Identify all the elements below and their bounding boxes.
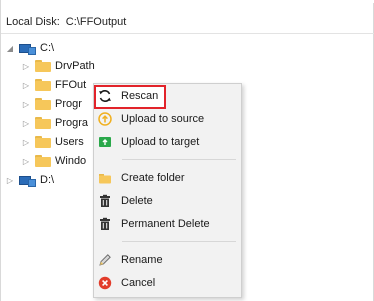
menu-item-rescan[interactable]: Rescan xyxy=(94,85,166,109)
menu-item-create-folder[interactable]: Create folder xyxy=(94,167,241,189)
collapsed-arrow-icon[interactable]: ▷ xyxy=(21,61,31,71)
collapsed-arrow-icon[interactable]: ▷ xyxy=(21,118,31,128)
drive-icon xyxy=(19,42,37,55)
collapsed-arrow-icon[interactable]: ▷ xyxy=(21,99,31,109)
menu-item-permanent-delete[interactable]: Permanent Delete xyxy=(94,213,241,235)
tree-node-label: DrvPath xyxy=(55,60,95,72)
folder-icon xyxy=(35,155,51,167)
tree-node-drvpath[interactable]: ▷ DrvPath xyxy=(21,57,95,75)
folder-icon xyxy=(35,136,51,148)
menu-item-upload-to-target[interactable]: Upload to target xyxy=(94,131,241,153)
menu-separator xyxy=(122,159,236,160)
tree-node-program-files[interactable]: ▷ Progr xyxy=(21,95,82,113)
menu-item-label: Permanent Delete xyxy=(121,218,210,230)
tree-node-drive-c[interactable]: ◢ C:\ xyxy=(5,39,54,57)
menu-item-label: Upload to source xyxy=(121,113,205,125)
collapsed-arrow-icon[interactable]: ▷ xyxy=(21,137,31,147)
menu-item-label: Upload to target xyxy=(121,136,200,148)
tree-node-label: Progr xyxy=(55,98,82,110)
path-value: C:\FFOutput xyxy=(65,15,127,28)
menu-separator xyxy=(122,241,236,242)
menu-item-label: Cancel xyxy=(121,277,156,289)
menu-item-label: Rename xyxy=(121,254,163,266)
menu-item-label: Rescan xyxy=(121,90,159,102)
folder-icon xyxy=(35,117,51,129)
collapsed-arrow-icon[interactable]: ▷ xyxy=(21,156,31,166)
expanded-arrow-icon[interactable]: ◢ xyxy=(5,43,15,53)
menu-item-rename[interactable]: Rename xyxy=(94,249,241,271)
folder-icon xyxy=(35,60,51,72)
tree-node-drive-d[interactable]: ▷ D:\ xyxy=(5,171,54,189)
top-border xyxy=(1,0,374,3)
trash-icon xyxy=(98,217,112,231)
upload-circle-icon xyxy=(98,112,112,126)
folder-icon xyxy=(35,79,51,91)
cancel-icon xyxy=(98,276,112,290)
menu-item-delete[interactable]: Delete xyxy=(94,190,241,212)
tree-node-program-files-x86[interactable]: ▷ Progra xyxy=(21,114,88,132)
tree-node-label: Progra xyxy=(55,117,89,129)
folder-icon xyxy=(35,98,51,110)
refresh-icon xyxy=(98,89,112,103)
menu-item-label: Delete xyxy=(121,195,153,207)
path-label: Local Disk: xyxy=(6,15,60,28)
tree-node-label: C:\ xyxy=(40,42,55,54)
tree-node-label: D:\ xyxy=(40,174,55,186)
upload-box-icon xyxy=(98,135,112,149)
tree-node-users[interactable]: ▷ Users xyxy=(21,133,84,151)
menu-item-upload-to-source[interactable]: Upload to source xyxy=(94,108,241,130)
pencil-icon xyxy=(98,253,112,267)
tree-node-label: FFOut xyxy=(55,79,87,91)
collapsed-arrow-icon[interactable]: ▷ xyxy=(21,80,31,90)
drive-icon xyxy=(19,174,37,187)
collapsed-arrow-icon[interactable]: ▷ xyxy=(5,175,15,185)
file-browser-window: Local Disk: C:\FFOutput ◢ C:\ ▷ DrvPath … xyxy=(0,0,374,301)
menu-item-cancel[interactable]: Cancel xyxy=(94,272,241,294)
path-bar: Local Disk: C:\FFOutput xyxy=(1,10,374,34)
tree-node-label: Users xyxy=(55,136,84,148)
tree-node-label: Windo xyxy=(55,155,87,167)
trash-icon xyxy=(98,194,112,208)
menu-item-label: Create folder xyxy=(121,172,185,184)
tree-node-ffoutput[interactable]: ▷ FFOut xyxy=(21,76,86,94)
folder-icon xyxy=(98,171,112,185)
tree-node-windows[interactable]: ▷ Windo xyxy=(21,152,86,170)
context-menu: Rescan Upload to source Upload to target xyxy=(93,83,242,298)
